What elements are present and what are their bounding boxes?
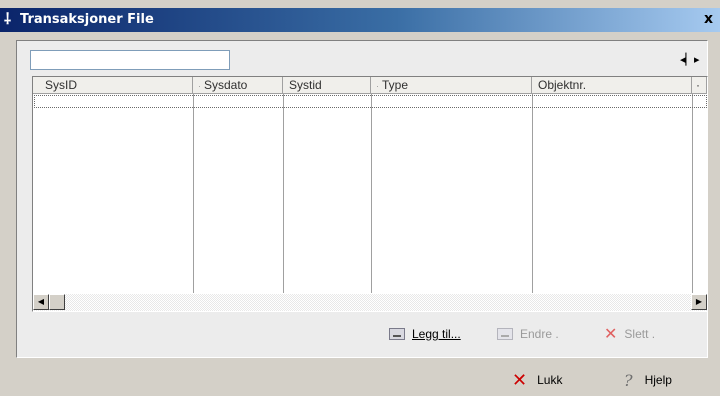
scroll-thumb[interactable] xyxy=(49,294,65,310)
close-icon: ✕ xyxy=(512,369,528,391)
column-header-objektnr[interactable]: Objektnr. xyxy=(532,77,692,94)
search-input[interactable] xyxy=(30,50,230,70)
close-window-button[interactable]: x xyxy=(704,11,720,28)
transactions-grid[interactable]: SysID · Sysdato Systid · Type Objektnr. · … xyxy=(32,76,708,312)
app-icon: ⸸ xyxy=(4,10,12,28)
add-button-label: Legg til... xyxy=(412,327,461,341)
scroll-left-button[interactable]: ◀ xyxy=(33,294,49,310)
column-header-label: · xyxy=(696,78,700,92)
column-header-label: SysID xyxy=(45,78,78,92)
splitter-icon[interactable]: ◂▏▸ xyxy=(680,53,700,67)
column-divider xyxy=(193,94,194,293)
add-icon xyxy=(389,327,405,340)
delete-button[interactable]: ✕ Slett . xyxy=(604,323,656,343)
column-divider xyxy=(532,94,533,293)
column-header-sysid[interactable]: SysID xyxy=(33,77,193,94)
column-header-sysdato[interactable]: · Sysdato xyxy=(193,77,283,94)
column-header-label: Systid xyxy=(289,78,322,92)
edit-icon xyxy=(497,327,513,340)
column-header-label: Objektnr. xyxy=(538,78,587,92)
column-header-systid[interactable]: Systid xyxy=(283,77,371,94)
delete-button-label: Slett . xyxy=(624,327,656,341)
title-bar: ⸸ Transaksjoner File x xyxy=(0,8,720,32)
column-header-type[interactable]: · Type xyxy=(371,77,532,94)
column-header-label: Type xyxy=(382,78,409,92)
sort-marker: · xyxy=(376,81,379,91)
help-button[interactable]: ? Hjelp xyxy=(624,370,672,390)
close-button-label: Lukk xyxy=(537,373,563,387)
edit-button-label: Endre . xyxy=(520,327,559,341)
add-button[interactable]: Legg til... xyxy=(389,325,461,343)
help-button-label: Hjelp xyxy=(644,373,672,387)
column-divider xyxy=(371,94,372,293)
column-divider xyxy=(283,94,284,293)
column-header-label: Sysdato xyxy=(204,78,248,92)
column-header-extra[interactable]: · xyxy=(692,77,707,94)
help-icon: ? xyxy=(624,370,633,390)
close-button[interactable]: ✕ Lukk xyxy=(512,370,562,390)
delete-icon: ✕ xyxy=(604,323,618,343)
window-title: Transaksjoner File xyxy=(20,12,154,27)
column-divider xyxy=(692,94,693,293)
edit-button[interactable]: Endre . xyxy=(497,325,559,343)
horizontal-scrollbar[interactable]: ◀ ▶ xyxy=(33,294,707,311)
scroll-right-button[interactable]: ▶ xyxy=(691,294,707,310)
sort-marker: · xyxy=(198,81,201,91)
focused-row[interactable] xyxy=(34,95,707,108)
